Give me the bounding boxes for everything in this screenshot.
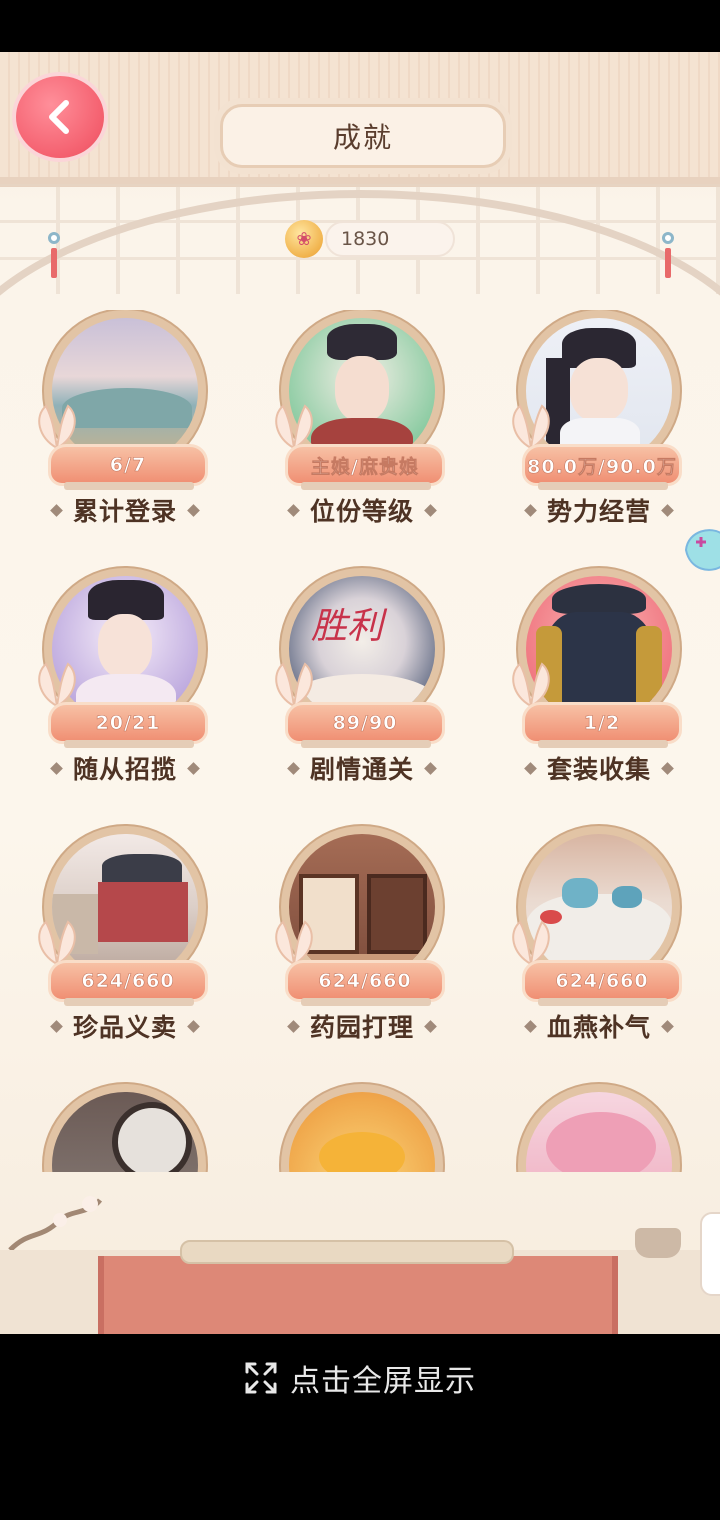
- title-plaque: 成就: [220, 104, 506, 168]
- vase-icon: [700, 1212, 720, 1296]
- currency-display: ❀ 1830: [285, 220, 455, 258]
- chevron-left-icon: [49, 100, 69, 134]
- achievement-card[interactable]: 6/7 累计登录: [30, 310, 220, 546]
- achievement-card[interactable]: 1/2 套装收集: [504, 568, 694, 804]
- progress-ribbon: 80.0万/90.0万: [522, 444, 682, 486]
- svg-text:胜利: 胜利: [311, 606, 388, 647]
- achievement-screen: 成就 ❀ 1830 6/7 累计登录 主娘/庶贵娘 位份等级 80.0万/90.…: [0, 52, 720, 1334]
- progress-ribbon: 624/660: [522, 960, 682, 1002]
- achievement-label: 剧情通关: [309, 755, 414, 784]
- achievement-card[interactable]: 胜利 89/90 剧情通关: [267, 568, 457, 804]
- page-title: 成就: [332, 121, 393, 154]
- carpet: [98, 1256, 618, 1334]
- achievement-label: 累计登录: [72, 497, 177, 526]
- guqin-instrument: [180, 1240, 514, 1264]
- fullscreen-label: 点击全屏显示: [290, 1364, 476, 1399]
- achievement-card[interactable]: 624/660 药园打理: [267, 826, 457, 1062]
- fullscreen-button[interactable]: 点击全屏显示: [0, 1350, 720, 1406]
- back-button[interactable]: [16, 76, 104, 158]
- progress-ribbon: 主娘/庶贵娘: [285, 444, 445, 486]
- tassel-right: [662, 232, 674, 292]
- bottom-decor: [0, 1172, 720, 1334]
- achievement-label: 药园打理: [309, 1013, 414, 1042]
- progress-ribbon: 6/7: [48, 444, 208, 486]
- progress-ribbon: 624/660: [48, 960, 208, 1002]
- currency-value: 1830: [325, 221, 455, 257]
- achievement-label: 套装收集: [546, 755, 651, 784]
- achievement-label: 随从招揽: [72, 755, 177, 784]
- progress-ribbon: 1/2: [522, 702, 682, 744]
- victory-emblem: 胜利: [311, 606, 388, 647]
- progress-ribbon: 20/21: [48, 702, 208, 744]
- expand-icon: [245, 1362, 277, 1394]
- achievement-label: 珍品义卖: [72, 1013, 177, 1042]
- achievement-label: 势力经营: [546, 497, 651, 526]
- achievement-label: 位份等级: [309, 497, 414, 526]
- progress-ribbon: 624/660: [285, 960, 445, 1002]
- achievement-card[interactable]: [267, 1084, 457, 1172]
- achievement-card[interactable]: [504, 1084, 694, 1172]
- achievement-card[interactable]: 主娘/庶贵娘 位份等级: [267, 310, 457, 546]
- achievement-card[interactable]: 624/660 血燕补气: [504, 826, 694, 1062]
- achievement-card[interactable]: 80.0万/90.0万 势力经营: [504, 310, 694, 546]
- progress-ribbon: 89/90: [285, 702, 445, 744]
- incense-burner-icon: [635, 1228, 681, 1258]
- achievement-card[interactable]: [30, 1084, 220, 1172]
- coin-icon: ❀: [285, 220, 323, 258]
- achievement-card[interactable]: 20/21 随从招揽: [30, 568, 220, 804]
- tassel-left: [48, 232, 60, 292]
- side-event-icon[interactable]: [682, 520, 720, 580]
- achievement-grid[interactable]: 6/7 累计登录 主娘/庶贵娘 位份等级 80.0万/90.0万 势力经营 20…: [0, 310, 720, 1172]
- achievement-label: 血燕补气: [546, 1013, 651, 1042]
- achievement-card[interactable]: 624/660 珍品义卖: [30, 826, 220, 1062]
